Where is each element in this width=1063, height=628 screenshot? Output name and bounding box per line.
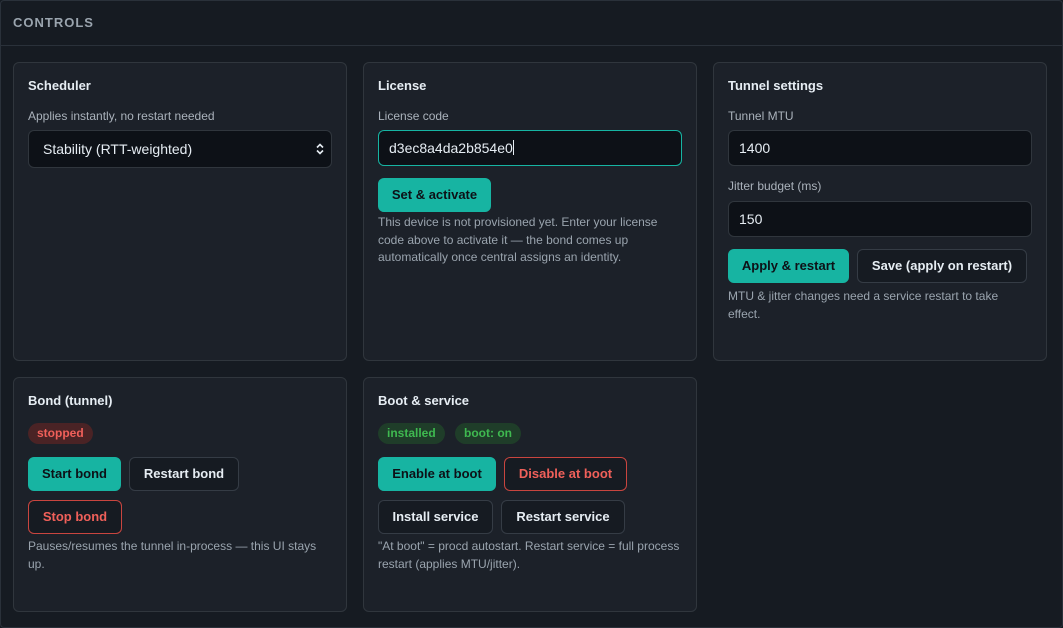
- license-code-label: License code: [378, 109, 449, 123]
- scheduler-card: Scheduler Applies instantly, no restart …: [13, 62, 347, 361]
- tunnel-note: MTU & jitter changes need a service rest…: [728, 289, 999, 321]
- scheduler-title: Scheduler: [28, 78, 91, 93]
- boot-service-card: Boot & service installed boot: on Enable…: [363, 377, 697, 612]
- tunnel-mtu-value: 1400: [739, 140, 771, 156]
- panel-header: CONTROLS: [1, 1, 1063, 46]
- bond-status-badge: stopped: [28, 423, 93, 444]
- bond-card: Bond (tunnel) stopped Start bond Restart…: [13, 377, 347, 612]
- boot-service-note: "At boot" = procd autostart. Restart ser…: [378, 539, 680, 571]
- tunnel-mtu-label: Tunnel MTU: [728, 109, 794, 123]
- chevron-up-down-icon: [316, 143, 324, 155]
- restart-service-button[interactable]: Restart service: [501, 500, 625, 534]
- license-code-value: d3ec8a4da2b854e0: [389, 140, 513, 156]
- scheduler-label: Applies instantly, no restart needed: [28, 109, 215, 123]
- save-apply-on-restart-button[interactable]: Save (apply on restart): [857, 249, 1027, 283]
- disable-at-boot-button[interactable]: Disable at boot: [504, 457, 627, 491]
- apply-restart-button[interactable]: Apply & restart: [728, 249, 849, 283]
- tunnel-settings-title: Tunnel settings: [728, 78, 824, 93]
- license-title: License: [378, 78, 427, 93]
- boot-on-badge: boot: on: [455, 423, 521, 444]
- tunnel-settings-card: Tunnel settings Tunnel MTU 1400 Jitter b…: [713, 62, 1047, 361]
- restart-bond-button[interactable]: Restart bond: [129, 457, 239, 491]
- installed-badge: installed: [378, 423, 445, 444]
- text-caret: [512, 140, 514, 155]
- enable-at-boot-button[interactable]: Enable at boot: [378, 457, 496, 491]
- jitter-budget-value: 150: [739, 211, 763, 227]
- tunnel-mtu-input[interactable]: 1400: [728, 130, 1032, 166]
- controls-panel: CONTROLS Scheduler Applies instantly, no…: [0, 0, 1063, 628]
- jitter-budget-input[interactable]: 150: [728, 201, 1032, 237]
- install-service-button[interactable]: Install service: [378, 500, 493, 534]
- license-code-input[interactable]: d3ec8a4da2b854e0: [378, 130, 682, 166]
- bond-note: Pauses/resumes the tunnel in-process — t…: [28, 539, 317, 571]
- bond-title: Bond (tunnel): [28, 393, 113, 408]
- set-activate-button[interactable]: Set & activate: [378, 178, 491, 212]
- panel-title: CONTROLS: [13, 15, 94, 30]
- jitter-budget-label: Jitter budget (ms): [728, 179, 822, 193]
- license-note: This device is not provisioned yet. Ente…: [378, 215, 658, 264]
- stop-bond-button[interactable]: Stop bond: [28, 500, 122, 534]
- scheduler-select[interactable]: Stability (RTT-weighted): [28, 130, 332, 168]
- start-bond-button[interactable]: Start bond: [28, 457, 121, 491]
- license-card: License License code d3ec8a4da2b854e0 Se…: [363, 62, 697, 361]
- scheduler-selected-value: Stability (RTT-weighted): [43, 141, 193, 157]
- boot-service-title: Boot & service: [378, 393, 470, 408]
